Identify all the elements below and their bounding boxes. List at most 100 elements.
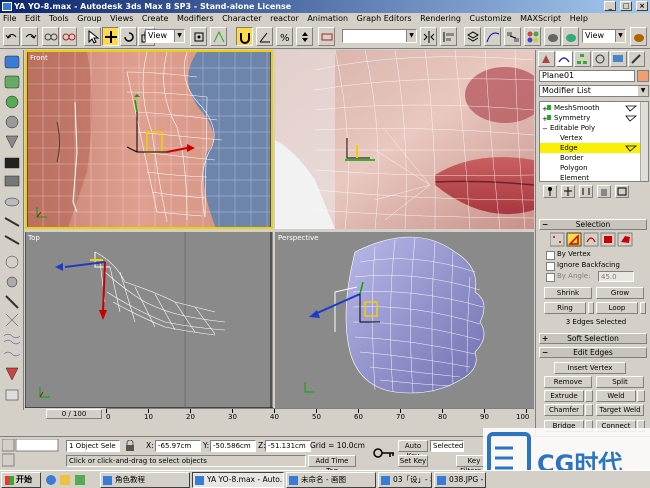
split-button[interactable]: Split	[596, 376, 644, 388]
unlink-button[interactable]	[60, 27, 77, 46]
tab-create[interactable]	[538, 51, 555, 67]
set-key-button[interactable]: Set Key	[398, 455, 428, 467]
tab-modify[interactable]	[556, 51, 573, 67]
extrude-settings-button[interactable]	[585, 390, 593, 402]
menu-maxscript[interactable]: MAXScript	[517, 13, 564, 25]
add-time-tag-button[interactable]: Add Time Tag	[308, 455, 356, 475]
menu-edit[interactable]: Edit	[22, 13, 44, 25]
perspective-viewport[interactable]: Perspective	[275, 232, 534, 408]
configure-sets-button[interactable]	[615, 185, 629, 198]
minimize-button[interactable]: _	[604, 1, 617, 11]
menu-group[interactable]: Group	[74, 13, 104, 25]
remove-button[interactable]: Remove	[544, 376, 592, 388]
taskbar-item-image-viewer[interactable]: 038.JPG - Windows ...	[434, 472, 486, 488]
taskbar-item-3dsmax[interactable]: YA YO-8.max - Auto...	[192, 472, 284, 488]
menu-create[interactable]: Create	[139, 13, 172, 25]
top-viewport[interactable]: Top	[25, 232, 273, 408]
layer-manager-button[interactable]	[464, 27, 481, 46]
selection-rollout-header[interactable]: − Selection	[539, 219, 647, 230]
render-last-button[interactable]	[630, 27, 647, 46]
front-viewport-label[interactable]: Front	[30, 54, 48, 62]
ring-spinner[interactable]	[588, 302, 594, 314]
weld-button[interactable]: Weld	[596, 390, 636, 402]
render-scene-button[interactable]	[544, 27, 561, 46]
reference-coordinate-dropdown[interactable]: View ▼	[145, 29, 185, 43]
key-icon[interactable]	[372, 445, 396, 461]
loop-spinner[interactable]	[640, 302, 646, 314]
z-coordinate-field[interactable]: -51.131cm	[265, 440, 311, 452]
taskbar-item-character-tutorial[interactable]: 角色教程	[100, 472, 190, 488]
menu-character[interactable]: Character	[219, 13, 265, 25]
undo-button[interactable]	[3, 27, 20, 46]
by-angle-field[interactable]: 45.0	[598, 271, 634, 282]
tab-display[interactable]	[610, 51, 627, 67]
remove-modifier-button[interactable]	[597, 185, 611, 198]
grow-button[interactable]: Grow	[596, 287, 644, 299]
maximize-button[interactable]: □	[620, 1, 633, 11]
target-weld-button[interactable]: Target Weld	[596, 404, 644, 416]
perspective-viewport-label[interactable]: Perspective	[278, 234, 319, 242]
angle-snap-button[interactable]	[256, 27, 273, 46]
render-type-dropdown[interactable]: View ▼	[582, 29, 626, 43]
ring-button[interactable]: Ring	[544, 302, 586, 314]
menu-graph-editors[interactable]: Graph Editors	[354, 13, 415, 25]
quick-render-button[interactable]	[562, 27, 579, 46]
weld-settings-button[interactable]	[637, 390, 645, 402]
mirror-button[interactable]	[420, 27, 437, 46]
tab-hierarchy[interactable]	[574, 51, 591, 67]
redo-button[interactable]	[21, 27, 38, 46]
reactor-tool-icons[interactable]	[0, 50, 24, 410]
subobject-level-icons[interactable]	[550, 232, 640, 248]
close-button[interactable]: ×	[636, 1, 648, 11]
menu-help[interactable]: Help	[567, 13, 591, 25]
ignore-backfacing-checkbox[interactable]: Ignore Backfacing	[546, 261, 620, 271]
loop-button[interactable]: Loop	[596, 302, 638, 314]
select-rotate-button[interactable]	[120, 27, 137, 46]
schematic-view-button[interactable]	[504, 27, 521, 46]
menu-rendering[interactable]: Rendering	[417, 13, 464, 25]
front-viewport[interactable]: Front	[25, 50, 273, 229]
select-link-button[interactable]	[42, 27, 59, 46]
y-coordinate-field[interactable]: -50.586cm	[210, 440, 256, 452]
time-slider[interactable]: 0 / 100	[46, 409, 102, 419]
pin-stack-button[interactable]	[543, 185, 557, 198]
menu-views[interactable]: Views	[107, 13, 136, 25]
tab-utilities[interactable]	[628, 51, 645, 67]
pivot-center-button[interactable]	[190, 27, 207, 46]
extrude-button[interactable]: Extrude	[544, 390, 584, 402]
curve-editor-button[interactable]	[484, 27, 501, 46]
make-unique-button[interactable]	[579, 185, 593, 198]
by-angle-checkbox[interactable]: By Angle:	[546, 272, 590, 282]
closeup-viewport[interactable]	[275, 50, 534, 229]
show-end-result-button[interactable]	[561, 185, 575, 198]
menu-tools[interactable]: Tools	[46, 13, 72, 25]
object-color-swatch[interactable]	[637, 70, 649, 82]
start-button[interactable]: 开始	[1, 472, 41, 488]
menu-customize[interactable]: Customize	[467, 13, 515, 25]
material-editor-button[interactable]	[524, 27, 541, 46]
quick-launch-icons[interactable]	[44, 473, 94, 487]
menu-file[interactable]: File	[0, 13, 19, 25]
edit-edges-rollout-header[interactable]: − Edit Edges	[539, 347, 647, 358]
percent-snap-button[interactable]: %	[276, 27, 293, 46]
timeline-ruler[interactable]: 0 10 20 30 40 50 60 70 80 90 100	[106, 408, 534, 421]
x-coordinate-field[interactable]: -65.97cm	[155, 440, 201, 452]
named-selection-button[interactable]	[318, 27, 335, 46]
taskbar-item-paint[interactable]: 未命名 - 画图	[286, 472, 376, 488]
select-manipulate-button[interactable]	[210, 27, 227, 46]
taskbar-item-group-chat[interactable]: 03「设」- 群	[378, 472, 432, 488]
chamfer-settings-button[interactable]	[585, 404, 593, 416]
shrink-button[interactable]: Shrink	[544, 287, 592, 299]
select-move-button[interactable]	[102, 27, 119, 46]
soft-selection-rollout-header[interactable]: + Soft Selection	[539, 333, 647, 344]
stack-scrollbar[interactable]	[640, 102, 648, 181]
align-button[interactable]	[440, 27, 457, 46]
tab-motion[interactable]	[592, 51, 609, 67]
insert-vertex-button[interactable]: Insert Vertex	[554, 362, 626, 374]
menu-animation[interactable]: Animation	[304, 13, 351, 25]
modifier-list-dropdown[interactable]: Modifier List ▼	[539, 85, 649, 97]
snap-toggle-button[interactable]	[236, 27, 253, 46]
select-button[interactable]	[84, 27, 101, 46]
key-selection-dropdown[interactable]: Selected	[430, 440, 464, 452]
menu-reactor[interactable]: reactor	[267, 13, 302, 25]
